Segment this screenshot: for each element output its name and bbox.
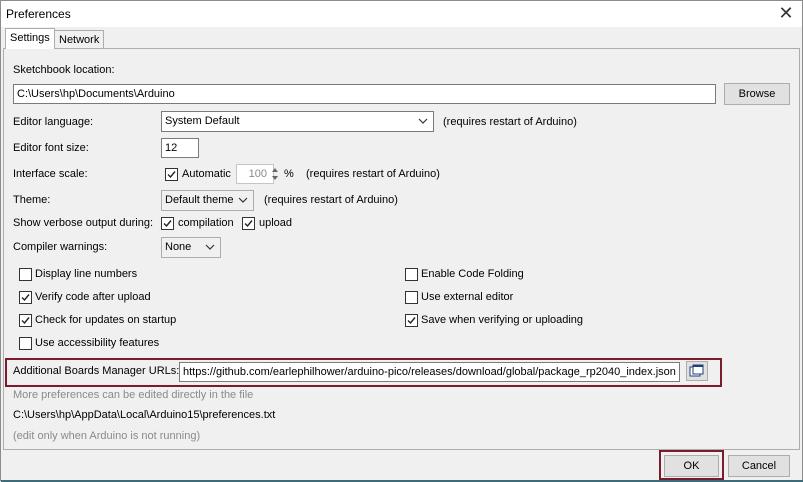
verbose-upload-checkbox[interactable]	[242, 217, 255, 230]
verify-after-upload-label: Verify code after upload	[35, 291, 151, 303]
verbose-compilation-checkbox[interactable]	[161, 217, 174, 230]
cancel-button[interactable]: Cancel	[728, 455, 790, 477]
check-icon	[21, 317, 30, 325]
editor-font-size-label: Editor font size:	[13, 142, 89, 154]
verbose-upload-label: upload	[259, 217, 293, 229]
editor-language-select[interactable]: System Default	[161, 111, 434, 132]
close-icon[interactable]: ✕	[777, 4, 795, 22]
verbose-compilation-label: compilation	[178, 217, 234, 229]
compiler-warnings-label: Compiler warnings:	[13, 241, 108, 253]
accessibility-label: Use accessibility features	[35, 337, 160, 349]
theme-label: Theme:	[13, 194, 51, 206]
check-updates-label: Check for updates on startup	[35, 314, 177, 326]
title-bar: Preferences ✕	[1, 1, 802, 27]
check-icon	[407, 317, 416, 325]
boards-manager-url-input[interactable]: https://github.com/earlephilhower/arduin…	[179, 362, 680, 382]
window-list-icon	[689, 364, 704, 377]
interface-scale-label: Interface scale:	[13, 168, 88, 180]
theme-note: (requires restart of Arduino)	[264, 194, 398, 206]
editor-language-label: Editor language:	[13, 116, 94, 128]
save-when-verifying-checkbox[interactable]	[405, 314, 418, 327]
code-folding-checkbox[interactable]	[405, 268, 418, 281]
external-editor-checkbox[interactable]	[405, 291, 418, 304]
more-preferences-note: More preferences can be edited directly …	[13, 389, 254, 401]
automatic-scale-checkbox[interactable]	[165, 168, 178, 181]
tab-network[interactable]: Network	[54, 30, 105, 49]
edit-only-note: (edit only when Arduino is not running)	[13, 430, 201, 442]
chevron-down-icon	[238, 197, 248, 203]
theme-value: Default theme	[165, 194, 234, 206]
boards-manager-list-button[interactable]	[686, 361, 708, 381]
check-icon	[244, 220, 253, 228]
theme-select[interactable]: Default theme	[161, 190, 254, 211]
check-icon	[167, 171, 176, 179]
editor-language-note: (requires restart of Arduino)	[443, 116, 577, 128]
check-icon	[163, 220, 172, 228]
preferences-file-path: C:\Users\hp\AppData\Local\Arduino15\pref…	[13, 409, 276, 421]
window-title: Preferences	[6, 7, 71, 21]
sketchbook-label: Sketchbook location:	[13, 64, 115, 76]
tab-bar: Settings Network	[3, 28, 803, 49]
verify-after-upload-checkbox[interactable]	[19, 291, 32, 304]
boards-manager-label: Additional Boards Manager URLs:	[13, 365, 180, 377]
display-line-numbers-checkbox[interactable]	[19, 268, 32, 281]
spinner-arrows-icon[interactable]	[270, 165, 280, 183]
interface-scale-note: (requires restart of Arduino)	[306, 168, 440, 180]
compiler-warnings-select[interactable]: None	[161, 237, 221, 258]
check-updates-checkbox[interactable]	[19, 314, 32, 327]
external-editor-label: Use external editor	[421, 291, 514, 303]
code-folding-label: Enable Code Folding	[421, 268, 524, 280]
ok-button[interactable]: OK	[664, 455, 719, 477]
verbose-label: Show verbose output during:	[13, 217, 154, 229]
editor-font-size-input[interactable]: 12	[161, 138, 199, 158]
chevron-down-icon	[418, 118, 428, 124]
accessibility-checkbox[interactable]	[19, 337, 32, 350]
browse-button[interactable]: Browse	[724, 83, 790, 105]
settings-panel: Sketchbook location: C:\Users\hp\Documen…	[3, 48, 800, 450]
interface-scale-input[interactable]: 100	[236, 164, 274, 184]
preferences-window: Preferences ✕ Settings Network Sketchboo…	[0, 0, 803, 482]
save-when-verifying-label: Save when verifying or uploading	[421, 314, 584, 326]
check-icon	[21, 294, 30, 302]
tab-settings[interactable]: Settings	[5, 28, 55, 49]
sketchbook-location-input[interactable]: C:\Users\hp\Documents\Arduino	[13, 84, 716, 104]
chevron-down-icon	[205, 244, 215, 250]
editor-language-value: System Default	[165, 115, 240, 127]
compiler-warnings-value: None	[165, 241, 192, 253]
interface-scale-unit: %	[284, 168, 294, 180]
automatic-scale-label: Automatic	[182, 168, 231, 180]
display-line-numbers-label: Display line numbers	[35, 268, 138, 280]
